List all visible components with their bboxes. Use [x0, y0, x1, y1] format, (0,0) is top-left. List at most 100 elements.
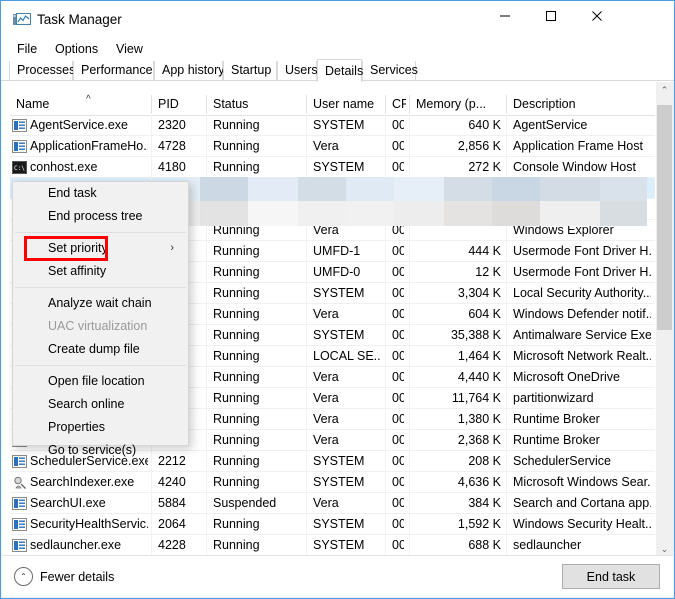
cell-user: UMFD-1	[313, 244, 361, 258]
minimize-button[interactable]	[482, 1, 528, 31]
cell-description: Usermode Font Driver H...	[513, 265, 651, 279]
process-context-menu: End task End process tree Set priority › Set…	[12, 181, 189, 457]
menu-item-open-file-location[interactable]: Open file location	[13, 370, 188, 393]
cell-divider	[385, 430, 386, 451]
column-header-pid[interactable]: PID	[158, 97, 203, 111]
cell-divider	[409, 136, 410, 157]
table-row[interactable]: SearchIndexer.exe 4240 Running SYSTEM 00 4,63…	[10, 472, 657, 493]
table-row[interactable]: AgentService.exe 2320 Running SYSTEM 00 640 K…	[10, 115, 657, 136]
svg-text:C:\: C:\	[14, 165, 25, 172]
cell-cpu: 00	[392, 475, 404, 489]
menu-item-set-affinity[interactable]: Set affinity	[13, 260, 188, 283]
tab-services[interactable]: Services	[362, 61, 418, 81]
cell-divider	[306, 388, 307, 409]
cell-status: Running	[213, 517, 260, 531]
cell-divider	[506, 220, 507, 241]
app-icon	[12, 496, 27, 511]
cell-divider	[206, 199, 207, 220]
tab-startup[interactable]: Startup	[223, 61, 277, 81]
column-header-memory-p[interactable]: Memory (p...	[416, 97, 503, 111]
column-divider[interactable]	[506, 95, 507, 114]
column-divider[interactable]	[151, 95, 152, 114]
menu-item-create-dump-file[interactable]: Create dump file	[13, 338, 188, 361]
cell-divider	[151, 136, 152, 157]
end-task-button[interactable]: End task	[562, 564, 660, 589]
menu-item-search-online[interactable]: Search online	[13, 393, 188, 416]
menu-item-analyze-wait-chain[interactable]: Analyze wait chain	[13, 292, 188, 315]
cell-divider	[306, 472, 307, 493]
cell-cpu: 00	[392, 496, 404, 510]
tab-strip: Processes Performance App history Startup Us…	[1, 59, 674, 82]
cell-divider	[409, 346, 410, 367]
table-row[interactable]: sedlauncher.exe 4228 Running SYSTEM 00 688 K s…	[10, 535, 657, 556]
tab-users[interactable]: Users	[277, 61, 318, 81]
cell-description: Search and Cortana app...	[513, 496, 651, 510]
menubar-item-view[interactable]: View	[111, 41, 148, 57]
cell-divider	[385, 283, 386, 304]
cell-description: Windows Explorer	[513, 223, 614, 237]
cell-divider	[306, 136, 307, 157]
column-divider[interactable]	[409, 95, 410, 114]
cell-divider	[506, 535, 507, 556]
column-header-name[interactable]: Name	[16, 97, 148, 111]
cell-user: Vera	[313, 370, 339, 384]
menu-item-go-to-service-s[interactable]: Go to service(s)	[13, 439, 188, 462]
vertical-scrollbar[interactable]: ⌃ ⌄	[655, 82, 673, 558]
table-row[interactable]: SecurityHealthServic... 2064 Running SYSTEM…	[10, 514, 657, 535]
column-divider[interactable]	[306, 95, 307, 114]
close-button[interactable]	[574, 1, 620, 31]
column-divider[interactable]	[385, 95, 386, 114]
scroll-up-arrow-icon[interactable]: ⌃	[656, 82, 673, 99]
column-divider[interactable]	[206, 95, 207, 114]
menubar-item-options[interactable]: Options	[50, 41, 103, 57]
cell-divider	[206, 430, 207, 451]
scrollbar-thumb[interactable]	[657, 105, 672, 330]
cell-divider	[306, 220, 307, 241]
tab-label: Performance	[81, 63, 153, 77]
cell-divider	[506, 136, 507, 157]
menubar-item-file[interactable]: File	[12, 41, 42, 57]
cell-description: Antimalware Service Exe...	[513, 328, 651, 342]
menu-separator	[15, 232, 186, 233]
cell-divider	[409, 199, 410, 220]
cell-memory: 4,636 K	[457, 475, 501, 489]
table-row[interactable]: ApplicationFrameHo... 4728 Running Vera 00 2,…	[10, 136, 657, 157]
cell-user: Vera	[313, 412, 339, 426]
cell-divider	[306, 346, 307, 367]
menu-item-end-task[interactable]: End task	[13, 182, 188, 205]
tab-processes[interactable]: Processes	[9, 61, 75, 81]
menu-separator	[15, 287, 186, 288]
app-icon	[12, 118, 27, 133]
table-row[interactable]: C:\ conhost.exe 4180 Running SYSTEM 00 272 K Co…	[10, 157, 657, 178]
cell-status: Running	[213, 412, 260, 426]
cell-user: Vera	[313, 139, 339, 153]
cell-cpu: 00	[392, 391, 404, 405]
tab-performance[interactable]: Performance	[73, 61, 154, 81]
menu-item-label: UAC virtualization	[48, 319, 148, 333]
tab-details[interactable]: Details	[317, 59, 363, 82]
cell-divider	[506, 430, 507, 451]
column-header-status[interactable]: Status	[213, 97, 303, 111]
app-icon	[12, 139, 27, 154]
cell-memory: 688 K	[468, 538, 501, 552]
menu-bar: File Options View	[1, 39, 674, 59]
cell-pid: 4228	[158, 538, 186, 552]
cell-user: SYSTEM	[313, 475, 365, 489]
maximize-button[interactable]	[528, 1, 574, 31]
tab-app-history[interactable]: App history	[154, 61, 225, 81]
cell-divider	[151, 535, 152, 556]
column-header-cpu[interactable]: CPU	[392, 97, 406, 111]
cell-divider	[385, 346, 386, 367]
column-header-description[interactable]: Description	[513, 97, 653, 111]
fewer-details-button[interactable]: ⌃ Fewer details	[14, 567, 114, 586]
cell-memory: 1,464 K	[457, 349, 501, 363]
table-row[interactable]: SearchUI.exe 5884 Suspended Vera 00 384 K Sear…	[10, 493, 657, 514]
cell-user: Vera	[313, 496, 339, 510]
cell-divider	[385, 241, 386, 262]
menu-item-end-process-tree[interactable]: End process tree	[13, 205, 188, 228]
cell-user: Vera	[313, 433, 339, 447]
menu-item-properties[interactable]: Properties	[13, 416, 188, 439]
cell-memory: 444 K	[468, 244, 501, 258]
menu-item-set-priority[interactable]: Set priority ›	[13, 237, 188, 260]
column-header-user-name[interactable]: User name	[313, 97, 382, 111]
